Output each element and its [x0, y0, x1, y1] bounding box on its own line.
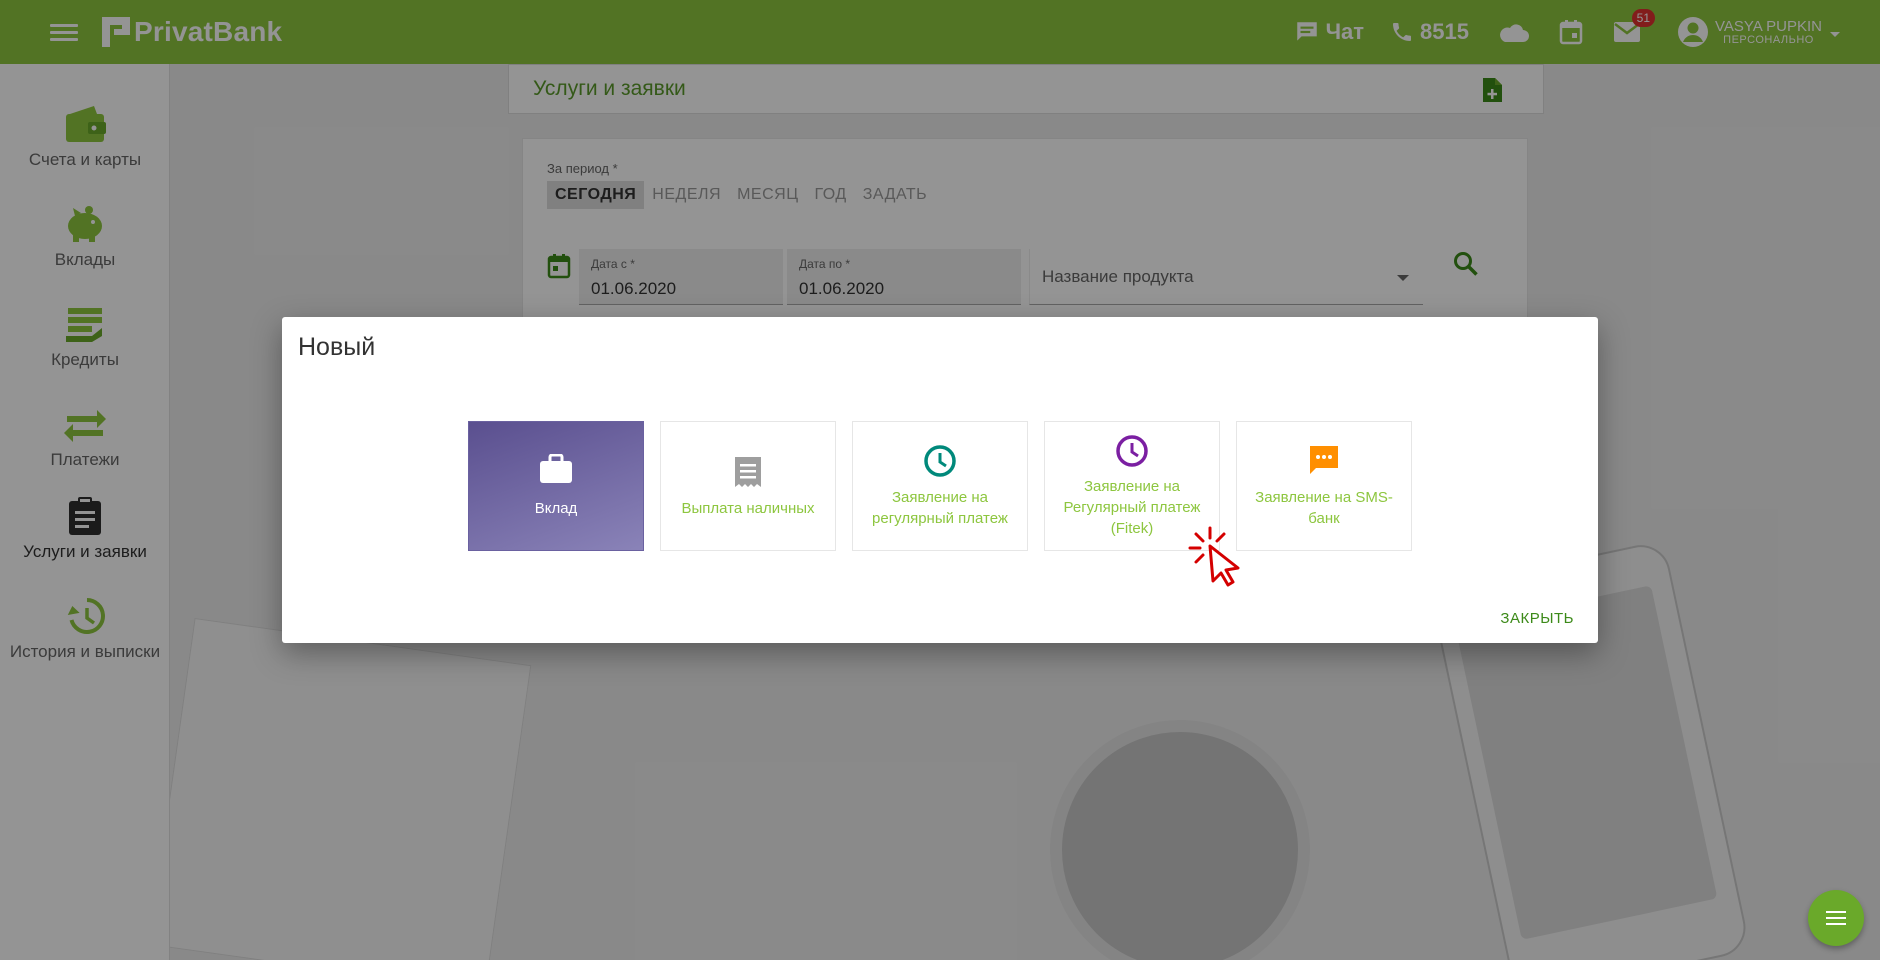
clock-icon [1116, 435, 1148, 467]
close-button[interactable]: ЗАКРЫТЬ [1500, 610, 1574, 627]
tile-label: Заявление на SMS-банк [1255, 489, 1393, 527]
clock-icon [924, 445, 956, 477]
fab-menu-button[interactable] [1808, 890, 1864, 946]
sms-icon [1310, 446, 1338, 474]
tile-regular-payment[interactable]: Заявление на регулярный платеж [852, 421, 1028, 551]
click-cursor-icon [1188, 526, 1240, 587]
tile-label: Вклад [534, 500, 578, 517]
tile-cash-withdrawal[interactable]: Выплата наличных [660, 421, 836, 551]
receipt-icon [735, 457, 761, 487]
option-tiles: Вклад Выплата наличных Заявление на регу… [468, 421, 1428, 551]
tile-label: Заявление на регулярный платеж [872, 489, 1008, 527]
tile-sms-bank[interactable]: Заявление на SMS-банк [1236, 421, 1412, 551]
briefcase-icon [540, 454, 572, 483]
tile-deposit[interactable]: Вклад [468, 421, 644, 551]
new-item-dialog: Новый Вклад Выплата наличных Заявление н… [282, 317, 1598, 643]
tile-label: Выплата наличных [681, 500, 815, 517]
dialog-title: Новый [298, 333, 376, 361]
